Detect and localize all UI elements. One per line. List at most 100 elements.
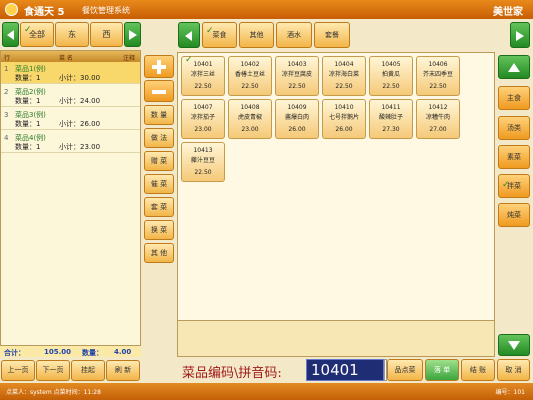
category-vegetable-button[interactable]: 素菜 bbox=[498, 145, 530, 169]
dish-button[interactable]: 10411 酸辣肚子 27.30 bbox=[369, 99, 413, 139]
button-label: 换 菜 bbox=[150, 226, 168, 234]
set-button[interactable]: 套 菜 bbox=[144, 197, 174, 217]
refresh-button[interactable]: 刷 新 bbox=[106, 360, 140, 381]
dish-code-input[interactable]: 10401 bbox=[306, 359, 384, 381]
order-qty: 数量：1 bbox=[15, 74, 41, 82]
add-button[interactable] bbox=[144, 55, 174, 78]
order-row[interactable]: 3 菜品3(例) 数量：1 小计：26.00 bbox=[1, 108, 140, 130]
dish-button[interactable]: 10410 七号拌鹅片 26.00 bbox=[322, 99, 366, 139]
button-label: 催 菜 bbox=[150, 180, 168, 188]
subtract-button[interactable] bbox=[144, 80, 174, 102]
category-mixed-button[interactable]: ✓ 拌菜 bbox=[498, 174, 530, 198]
hold-button[interactable]: 挂起 bbox=[71, 360, 105, 381]
left-prev-category-button[interactable] bbox=[2, 22, 19, 47]
dish-code: 10405 bbox=[381, 61, 401, 68]
category-all-button[interactable]: ✓ 全部 bbox=[20, 22, 54, 47]
top-next-category-button[interactable] bbox=[510, 22, 530, 48]
category-soup-button[interactable]: 汤类 bbox=[498, 116, 530, 140]
order-subtotal: 小计：30.00 bbox=[59, 74, 101, 82]
header-name-col: 菜 名 bbox=[59, 55, 73, 62]
top-prev-category-button[interactable] bbox=[178, 22, 200, 48]
tab-label: 菜食 bbox=[212, 31, 227, 39]
dish-price: 22.50 bbox=[288, 83, 306, 90]
dish-price: 22.50 bbox=[241, 83, 259, 90]
dish-button[interactable]: 10404 凉拌海白菜 22.50 bbox=[322, 56, 366, 96]
right-page-down-button[interactable] bbox=[498, 334, 530, 356]
quantity-button[interactable]: 数 量 bbox=[144, 105, 174, 125]
dish-button[interactable]: 10412 凉糟牛肉 27.00 bbox=[416, 99, 460, 139]
title-bar: 食通天 5 餐饮管理系统 美世家 bbox=[0, 0, 533, 19]
dish-code: 10406 bbox=[428, 61, 448, 68]
order-by-item-button[interactable]: 品点菜 bbox=[387, 359, 423, 381]
cancel-button[interactable]: 取 消 bbox=[497, 359, 530, 381]
dish-name: 酸辣肚子 bbox=[378, 114, 403, 121]
dish-price: 22.50 bbox=[382, 83, 400, 90]
button-label: 套 菜 bbox=[150, 203, 168, 211]
dish-button[interactable]: 10402 香椿土豆丝 22.50 bbox=[228, 56, 272, 96]
dish-code: 10410 bbox=[334, 104, 354, 111]
status-bar: 点菜人：system 点菜时间：11:28 编号：101 bbox=[0, 383, 533, 400]
dish-button[interactable]: 10405 拍黄瓜 22.50 bbox=[369, 56, 413, 96]
button-label: 炖菜 bbox=[507, 211, 521, 219]
page-down-button[interactable]: 下一页 bbox=[36, 360, 70, 381]
category-staple-button[interactable]: 主食 bbox=[498, 86, 530, 110]
order-totals: 合计： 105.00 数量： 4.00 bbox=[0, 345, 141, 357]
dish-code: 10409 bbox=[287, 104, 307, 111]
dish-code: 10404 bbox=[334, 61, 354, 68]
plus-icon bbox=[152, 60, 166, 74]
arrow-right-icon bbox=[128, 30, 137, 40]
tab-set-meal[interactable]: 套餐 bbox=[314, 22, 350, 48]
button-label: 汤类 bbox=[507, 124, 521, 132]
dish-button[interactable]: 10413 藤汁豆豆 22.50 bbox=[181, 142, 225, 182]
tab-food[interactable]: ✓ 菜食 bbox=[202, 22, 237, 48]
order-list-panel: 行 菜 名 注释 1 菜品1(例) 数量：1 小计：30.00 2 菜品2(例)… bbox=[0, 50, 141, 357]
checkout-button[interactable]: 结 账 bbox=[461, 359, 495, 381]
checkmark-icon: ✓ bbox=[206, 26, 214, 36]
place-order-button[interactable]: 落 单 bbox=[425, 359, 459, 381]
swap-button[interactable]: 换 菜 bbox=[144, 220, 174, 240]
category-label: 东 bbox=[68, 30, 76, 39]
dish-code: 10408 bbox=[240, 104, 260, 111]
dish-grid-footer bbox=[177, 320, 495, 357]
order-row[interactable]: 1 菜品1(例) 数量：1 小计：30.00 bbox=[1, 62, 140, 84]
dish-button[interactable]: 10407 凉拌茄子 23.00 bbox=[181, 99, 225, 139]
dish-button[interactable]: 10409 酱爆白肉 26.00 bbox=[275, 99, 319, 139]
totals-label: 合计： bbox=[4, 349, 25, 357]
button-label: 结 账 bbox=[469, 366, 487, 374]
tab-other[interactable]: 其他 bbox=[239, 22, 274, 48]
button-label: 刷 新 bbox=[114, 366, 132, 374]
tab-drinks[interactable]: 酒水 bbox=[276, 22, 312, 48]
left-next-category-button[interactable] bbox=[124, 22, 141, 47]
dish-price: 26.00 bbox=[335, 126, 353, 133]
right-page-up-button[interactable] bbox=[498, 55, 530, 79]
category-stew-button[interactable]: 炖菜 bbox=[498, 203, 530, 227]
dish-button[interactable]: 10406 芥末四季豆 22.50 bbox=[416, 56, 460, 96]
rush-button[interactable]: 催 菜 bbox=[144, 174, 174, 194]
order-list-header: 行 菜 名 注释 bbox=[1, 51, 140, 62]
method-button[interactable]: 做 法 bbox=[144, 128, 174, 148]
order-row[interactable]: 4 菜品4(例) 数量：1 小计：23.00 bbox=[1, 131, 140, 153]
dish-name: 凉糟牛肉 bbox=[425, 114, 450, 121]
dish-button[interactable]: ✓ 10401 凉拌三丝 22.50 bbox=[181, 55, 225, 96]
dish-code: 10403 bbox=[287, 61, 307, 68]
dish-name: 虎皮青椒 bbox=[237, 114, 262, 121]
button-label: 下一页 bbox=[42, 366, 64, 374]
order-row[interactable]: 2 菜品2(例) 数量：1 小计：24.00 bbox=[1, 85, 140, 107]
dish-button[interactable]: 10408 虎皮青椒 23.00 bbox=[228, 99, 272, 139]
button-label: 上一页 bbox=[7, 366, 29, 374]
dish-button[interactable]: 10403 凉拌豆腐皮 22.50 bbox=[275, 56, 319, 96]
header-row-col: 行 bbox=[4, 55, 11, 62]
button-label: 挂起 bbox=[81, 366, 95, 374]
category-east-button[interactable]: 东 bbox=[55, 22, 89, 47]
button-label: 素菜 bbox=[507, 153, 521, 161]
order-subtotal: 小计：24.00 bbox=[59, 97, 101, 105]
dish-grid bbox=[177, 52, 495, 357]
page-up-button[interactable]: 上一页 bbox=[1, 360, 35, 381]
button-label: 落 单 bbox=[433, 366, 451, 374]
gift-button[interactable]: 赠 菜 bbox=[144, 151, 174, 171]
category-west-button[interactable]: 西 bbox=[90, 22, 123, 47]
totals-amount: 105.00 bbox=[44, 348, 72, 356]
other-button[interactable]: 其 他 bbox=[144, 243, 174, 263]
order-index: 2 bbox=[4, 88, 9, 96]
status-right: 编号：101 bbox=[495, 389, 525, 396]
